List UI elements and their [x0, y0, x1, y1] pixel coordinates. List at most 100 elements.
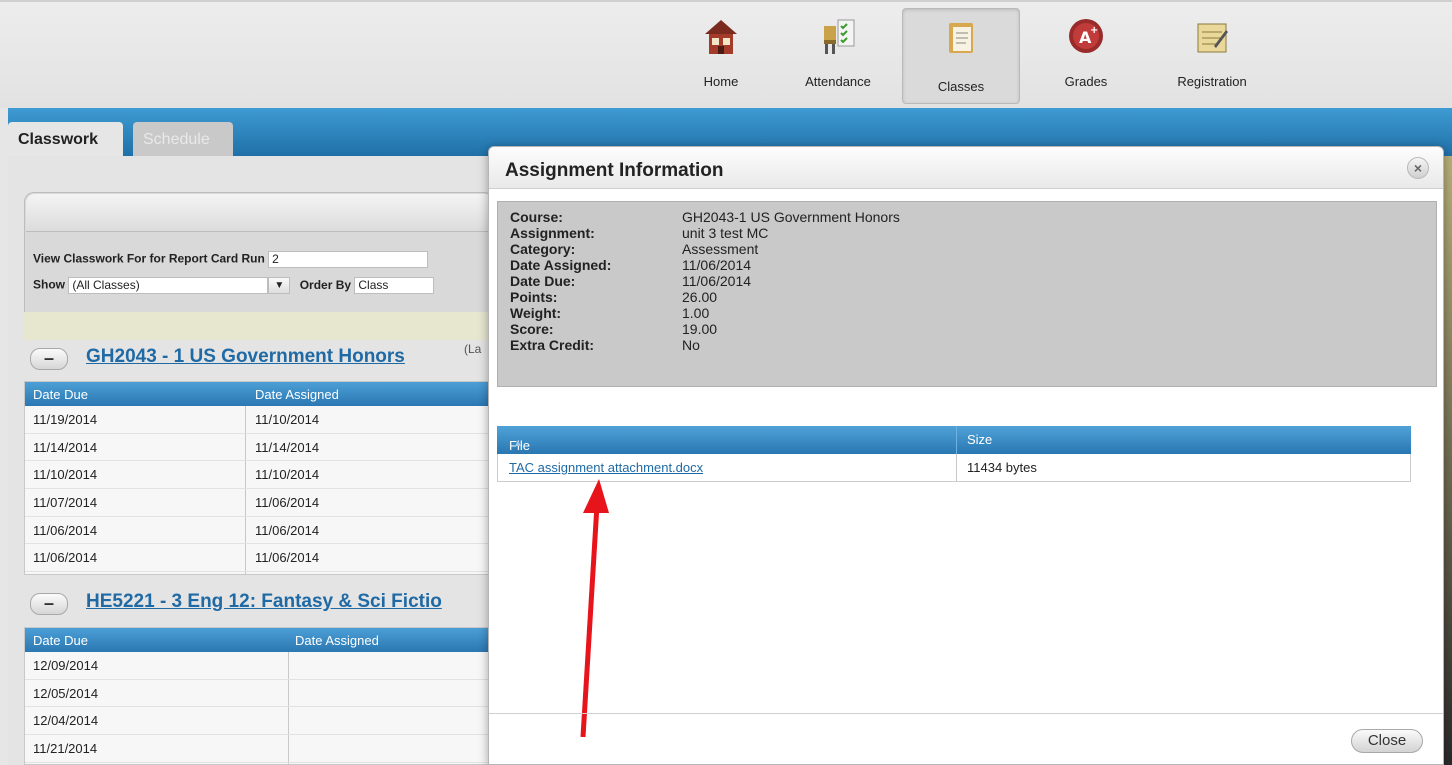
- table-row[interactable]: 11/07/2014 11/06/2014: [25, 489, 493, 517]
- group-header: – HE5221 - 3 Eng 12: Fantasy & Sci Ficti…: [24, 585, 494, 623]
- group-title-link[interactable]: GH2043 - 1 US Government Honors: [86, 346, 405, 368]
- annotation-arrow-icon: [580, 479, 609, 738]
- nav-registration[interactable]: Registration: [1160, 8, 1264, 104]
- detail-value: unit 3 test MC: [682, 225, 769, 241]
- attachment-row: TAC assignment attachment.docx 11434 byt…: [497, 454, 1411, 482]
- date-assigned-cell: 11/06/2014: [255, 495, 320, 511]
- table-row[interactable]: 11/10/2014 11/10/2014: [25, 461, 493, 490]
- show-filter: Show (All Classes) ▼ Order By Class: [33, 277, 435, 294]
- date-due-cell: 12/09/2014: [33, 658, 99, 673]
- nav-attendance[interactable]: Attendance: [792, 8, 884, 104]
- tab-classwork[interactable]: Classwork: [8, 122, 123, 156]
- nav-classes[interactable]: Classes: [902, 8, 1020, 104]
- registration-icon: [1197, 23, 1228, 53]
- detail-value: 26.00: [682, 289, 718, 305]
- table-row[interactable]: 11/06/2014 11/06/2014: [25, 544, 493, 573]
- home-icon: [705, 20, 737, 54]
- detail-value: Assessment: [682, 241, 759, 257]
- table-row[interactable]: 12/09/2014: [25, 652, 493, 680]
- date-assigned-cell: 11/10/2014: [255, 412, 320, 427]
- collapse-button[interactable]: –: [30, 593, 68, 615]
- detail-value: 1.00: [682, 305, 710, 321]
- order-by-label: Order By: [299, 277, 352, 292]
- table-row[interactable]: 11/21/2014: [25, 735, 493, 763]
- nav-classes-label: Classes: [937, 79, 985, 94]
- detail-label: Assignment:: [510, 225, 595, 241]
- nav-grades[interactable]: A + Grades: [1050, 8, 1122, 104]
- detail-label: Date Assigned:: [510, 257, 612, 273]
- assignment-info-dialog: Assignment Information × Course: GH2043-1…: [488, 146, 1444, 765]
- detail-value: 11/06/2014: [682, 257, 752, 273]
- assignment-grid: Date Due Date Assigned 11/19/2014 11/10/2…: [24, 381, 494, 575]
- close-button[interactable]: Close: [1351, 729, 1423, 753]
- size-column-header[interactable]: Size: [967, 432, 992, 447]
- nav-grades-label: Grades: [1064, 74, 1108, 89]
- group-suffix: (La: [464, 342, 482, 356]
- table-row[interactable]: 12/05/2014: [25, 680, 493, 708]
- svg-text:+: +: [1090, 25, 1098, 36]
- report-card-filter: View Classwork For for Report Card Run 2: [33, 251, 429, 268]
- date-due-cell: 11/06/2014: [33, 550, 98, 566]
- close-icon[interactable]: ×: [1407, 157, 1429, 179]
- background-edge: [1444, 156, 1452, 765]
- column-header[interactable]: Date Due: [33, 387, 88, 402]
- nav-home[interactable]: Home: [690, 8, 752, 104]
- detail-value: No: [682, 337, 700, 353]
- detail-value: GH2043-1 US Government Honors: [682, 209, 900, 225]
- table-row[interactable]: 11/14/2014 11/14/2014: [25, 434, 493, 462]
- attachment-link[interactable]: TAC assignment attachment.docx: [509, 460, 703, 475]
- attendance-icon: [824, 19, 855, 54]
- date-due-cell: 11/14/2014: [33, 439, 98, 455]
- date-due-cell: 11/06/2014: [33, 522, 98, 538]
- column-header[interactable]: Date Assigned: [255, 387, 339, 402]
- group-title-link[interactable]: HE5221 - 3 Eng 12: Fantasy & Sci Fictio: [86, 591, 442, 613]
- date-due-cell: 12/05/2014: [33, 685, 99, 701]
- detail-label: Course:: [510, 209, 563, 225]
- collapse-button[interactable]: –: [30, 348, 68, 370]
- date-due-cell: 11/10/2014: [33, 467, 98, 483]
- table-row[interactable]: 11/06/2014 11/06/2014: [25, 517, 493, 545]
- detail-value: 11/06/2014: [682, 273, 752, 289]
- assignment-grid: Date Due Date Assigned 12/09/2014 12/05/…: [24, 627, 494, 765]
- classes-icon: [949, 23, 973, 53]
- detail-label: Category:: [510, 241, 576, 257]
- table-row[interactable]: 12/04/2014: [25, 707, 493, 736]
- nav-registration-label: Registration: [1177, 74, 1247, 89]
- nav-attendance-label: Attendance: [805, 74, 871, 89]
- show-label: Show: [33, 277, 65, 292]
- sort-icon: ▲: [513, 438, 523, 449]
- nav-home-label: Home: [703, 74, 739, 89]
- top-navigation: Home Attendance Classes A + Grades Regis…: [0, 0, 1452, 108]
- detail-label: Score:: [510, 321, 554, 337]
- detail-label: Date Due:: [510, 273, 576, 289]
- group-header: – GH2043 - 1 US Government Honors (La: [24, 340, 494, 378]
- date-assigned-cell: 11/06/2014: [255, 550, 320, 566]
- notice-strip: [24, 312, 494, 340]
- detail-label: Extra Credit:: [510, 337, 595, 353]
- assignment-details: Course: GH2043-1 US Government Honors Ass…: [497, 201, 1437, 387]
- dialog-title: Assignment Information: [489, 147, 1443, 189]
- date-due-cell: 11/19/2014: [33, 412, 98, 427]
- grid-header: Date Due Date Assigned: [25, 382, 493, 406]
- report-card-label: View Classwork For for Report Card Run: [33, 251, 265, 266]
- show-select[interactable]: (All Classes): [68, 277, 269, 294]
- tab-schedule[interactable]: Schedule: [133, 122, 233, 156]
- attachment-size: 11434 bytes: [967, 460, 1037, 475]
- attachments-table: File ▲ Size TAC assignment attachment.doc…: [497, 426, 1411, 482]
- date-due-cell: 12/04/2014: [33, 713, 99, 729]
- table-row[interactable]: 11/19/2014 11/10/2014: [25, 406, 493, 434]
- date-due-cell: 11/07/2014: [33, 495, 98, 511]
- grid-header: Date Due Date Assigned: [25, 628, 493, 652]
- order-by-select[interactable]: Class: [354, 277, 435, 294]
- grades-icon: A +: [1069, 19, 1103, 53]
- detail-label: Points:: [510, 289, 558, 305]
- date-due-cell: 11/21/2014: [33, 741, 98, 757]
- report-card-input[interactable]: 2: [268, 251, 429, 268]
- date-assigned-cell: 11/06/2014: [255, 522, 320, 538]
- date-assigned-cell: 11/14/2014: [255, 439, 320, 455]
- column-header[interactable]: Date Due: [33, 633, 88, 648]
- filter-header: [26, 194, 494, 232]
- column-header[interactable]: Date Assigned: [295, 633, 379, 648]
- detail-label: Weight:: [510, 305, 562, 321]
- chevron-down-icon[interactable]: ▼: [268, 277, 291, 294]
